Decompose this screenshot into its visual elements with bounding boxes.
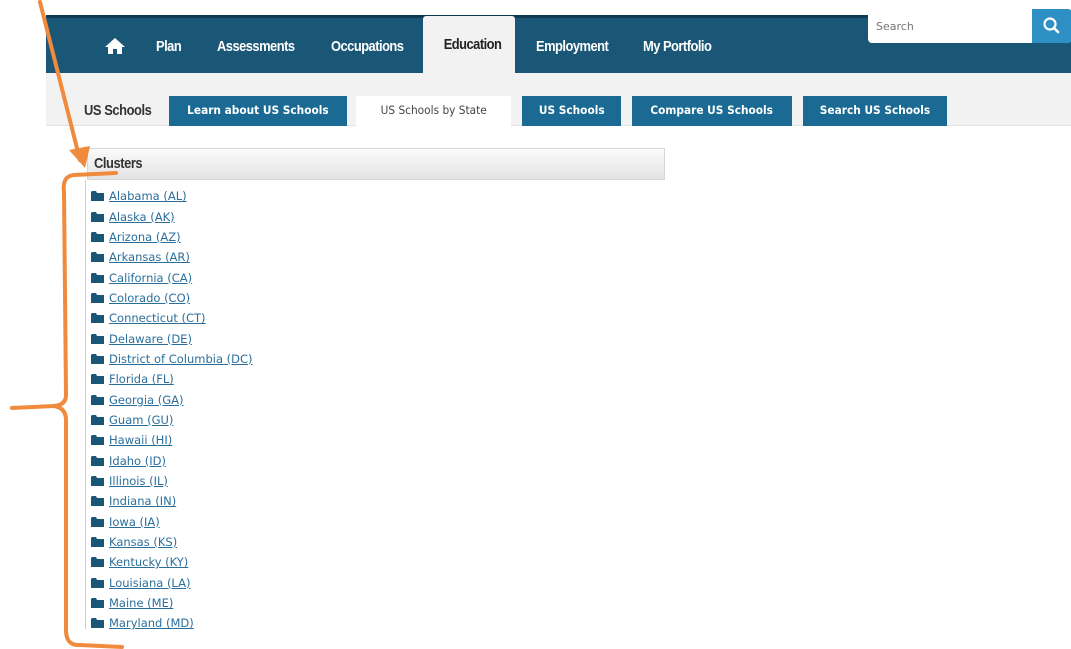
annotation-bracket: [10, 171, 124, 649]
annotation-overlay: [10, 0, 124, 649]
annotation-arrow-shaft: [38, 0, 82, 162]
annotation-arrowhead: [69, 146, 90, 168]
